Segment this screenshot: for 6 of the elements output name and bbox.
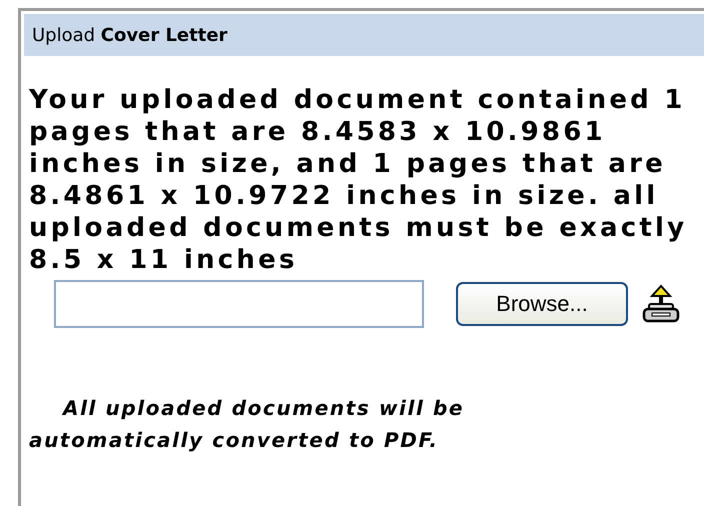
panel-title: Upload Cover Letter — [32, 24, 228, 46]
error-message: Your uploaded document contained 1 pages that are 8.4583 x 10.9861 inches in size, and 1 pages that are 8.4861 x 10.9722 inches in size. all uploaded documents must be exactly 8.5 x 11 inches — [29, 84, 688, 276]
conversion-note: All uploaded documents will be automatically converted to PDF. — [29, 395, 466, 454]
file-input-field[interactable] — [54, 280, 424, 328]
browse-button[interactable]: Browse... — [456, 282, 628, 326]
upload-icon — [640, 283, 682, 325]
